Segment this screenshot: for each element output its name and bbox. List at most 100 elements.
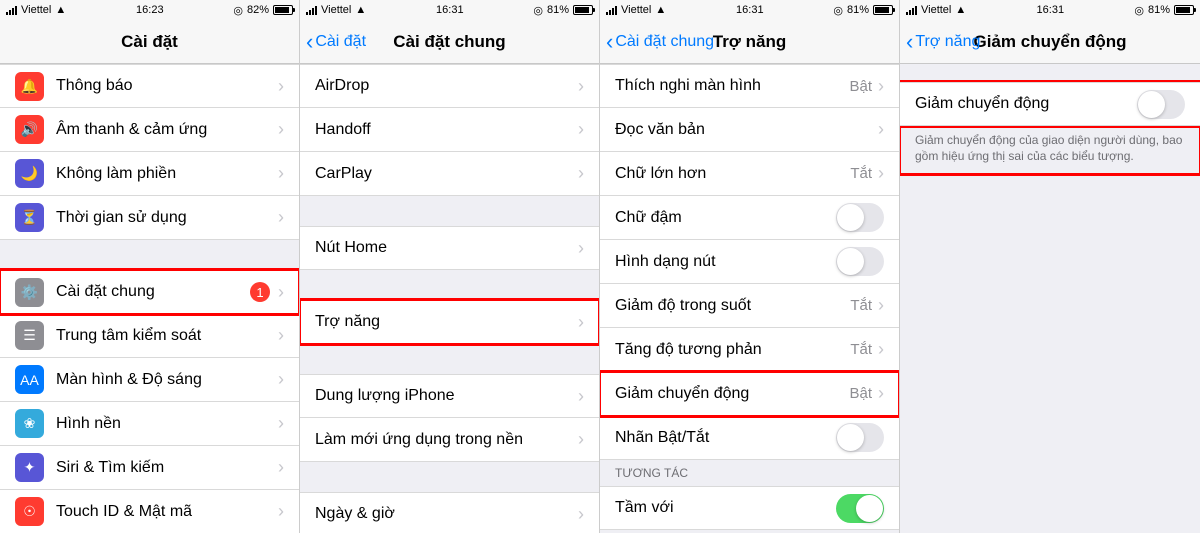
back-label: Trợ năng (915, 33, 980, 51)
carrier-label: Viettel (621, 4, 651, 16)
row-label: Cài đặt chung (56, 283, 250, 301)
settings-row[interactable]: Nút Home› (300, 226, 599, 270)
row-group: Nút Home› (300, 226, 599, 270)
settings-row[interactable]: Chữ lớn hơnTắt› (600, 152, 899, 196)
settings-row[interactable]: Tăng độ tương phảnTắt› (600, 328, 899, 372)
settings-row[interactable]: ⚙️Cài đặt chung1› (0, 270, 299, 314)
settings-row[interactable]: Giảm độ trong suốtTắt › (600, 284, 899, 328)
settings-row[interactable]: CarPlay› (300, 152, 599, 196)
row-label: Ngày & giờ (315, 505, 578, 523)
chevron-right-icon: › (278, 325, 284, 346)
row-icon: ❀ (15, 409, 44, 438)
settings-row[interactable]: ☉Touch ID & Mật mã› (0, 490, 299, 533)
row-label: Dung lượng iPhone (315, 387, 578, 405)
status-bar: Viettel▲16:31◎81% (300, 0, 599, 20)
settings-row[interactable]: 🔊Âm thanh & cảm ứng› (0, 108, 299, 152)
wifi-icon: ▲ (955, 4, 966, 16)
settings-row[interactable]: Đọc văn bản› (600, 108, 899, 152)
settings-row[interactable]: ✦Siri & Tìm kiếm› (0, 446, 299, 490)
chevron-right-icon: › (578, 119, 584, 140)
battery-icon (1174, 5, 1194, 15)
chevron-right-icon: › (278, 76, 284, 97)
battery-indicator-icon: ◎ (1134, 4, 1144, 17)
page-title: Cài đặt chung (393, 32, 505, 52)
toggle-switch[interactable] (1137, 90, 1185, 119)
row-icon: 🔔 (15, 72, 44, 101)
status-bar: Viettel▲16:23◎82% (0, 0, 299, 20)
settings-row[interactable]: Giảm chuyển độngBật› (600, 372, 899, 416)
chevron-right-icon: › (578, 163, 584, 184)
settings-row[interactable]: Handoff› (300, 108, 599, 152)
status-time: 16:23 (136, 4, 164, 16)
settings-row[interactable]: ☰ Trung tâm kiểm soát› (0, 314, 299, 358)
settings-row[interactable]: AAMàn hình & Độ sáng› (0, 358, 299, 402)
page-title: Giảm chuyển động (973, 32, 1126, 52)
status-time: 16:31 (436, 4, 464, 16)
chevron-right-icon: › (578, 429, 584, 450)
spacer (300, 196, 599, 226)
row-icon: ⚙️ (15, 278, 44, 307)
settings-row[interactable]: Trợ năng› (300, 300, 599, 344)
row-label: Handoff (315, 121, 578, 139)
back-button[interactable]: ‹Cài đặt (306, 31, 366, 53)
row-group: Dung lượng iPhone›Làm mới ứng dụng trong… (300, 374, 599, 462)
row-detail: Tắt (850, 297, 872, 314)
settings-row[interactable]: 🔔Thông báo› (0, 64, 299, 108)
settings-row[interactable]: Ngày & giờ› (300, 492, 599, 533)
chevron-right-icon: › (278, 207, 284, 228)
row-group: Ngày & giờ›Bàn phím›Ngôn ngữ & vùng›Từ đ… (300, 492, 599, 533)
chevron-right-icon: › (278, 369, 284, 390)
toggle-switch[interactable] (836, 494, 884, 523)
back-button[interactable]: ‹Trợ năng (906, 31, 980, 53)
settings-row[interactable]: Chữ đậm (600, 196, 899, 240)
settings-row[interactable]: Dung lượng iPhone› (300, 374, 599, 418)
row-group: Trợ năng› (300, 300, 599, 344)
settings-row[interactable]: 🌙Không làm phiền› (0, 152, 299, 196)
chevron-right-icon: › (278, 457, 284, 478)
battery-percent: 81% (847, 4, 869, 16)
settings-row[interactable]: ⏳Thời gian sử dụng› (0, 196, 299, 240)
chevron-right-icon: › (878, 76, 884, 97)
chevron-right-icon: › (578, 76, 584, 97)
settings-row[interactable]: Tầm với (600, 486, 899, 530)
wifi-icon: ▲ (55, 4, 66, 16)
row-detail: Tắt (850, 165, 872, 182)
settings-row[interactable]: Giảm chuyển động (900, 82, 1200, 126)
settings-row[interactable]: AirDrop› (300, 64, 599, 108)
nav-bar: ‹Trợ năngGiảm chuyển động (900, 20, 1200, 64)
status-bar: Viettel▲16:31◎81% (600, 0, 899, 20)
battery-indicator-icon: ◎ (833, 4, 843, 17)
chevron-right-icon: › (878, 119, 884, 140)
settings-row[interactable]: Thích nghi màn hìnhBật› (600, 64, 899, 108)
row-icon: ✦ (15, 453, 44, 482)
row-icon: 🌙 (15, 159, 44, 188)
row-label: Hình nền (56, 415, 278, 433)
toggle-switch[interactable] (836, 423, 884, 452)
battery-icon (273, 5, 293, 15)
row-label: Âm thanh & cảm ứng (56, 121, 278, 139)
chevron-right-icon: › (278, 501, 284, 522)
row-label: Giảm độ trong suốt (615, 297, 850, 315)
settings-row[interactable]: ❀Hình nền› (0, 402, 299, 446)
carrier-label: Viettel (921, 4, 951, 16)
chevron-right-icon: › (878, 383, 884, 404)
row-icon: ☰ (15, 321, 44, 350)
chevron-right-icon: › (878, 295, 884, 316)
nav-bar: ‹Cài đặt Cài đặt chung (300, 20, 599, 64)
toggle-switch[interactable] (836, 247, 884, 276)
badge: 1 (250, 282, 270, 302)
wifi-icon: ▲ (655, 4, 666, 16)
row-label: Trung tâm kiểm soát (56, 327, 278, 345)
signal-icon (906, 6, 917, 15)
back-button[interactable]: ‹Cài đặt chung (606, 31, 714, 53)
content: 🔔Thông báo›🔊Âm thanh & cảm ứng›🌙Không là… (0, 64, 299, 533)
status-time: 16:31 (1037, 4, 1065, 16)
row-label: Chữ đậm (615, 209, 836, 227)
settings-row[interactable]: Hình dạng nút (600, 240, 899, 284)
settings-row[interactable]: Nhãn Bật/Tắt (600, 416, 899, 460)
battery-percent: 81% (1148, 4, 1170, 16)
battery-percent: 82% (247, 4, 269, 16)
toggle-switch[interactable] (836, 203, 884, 232)
settings-row[interactable]: Làm mới ứng dụng trong nền› (300, 418, 599, 462)
row-group: Giảm chuyển động (900, 82, 1200, 126)
